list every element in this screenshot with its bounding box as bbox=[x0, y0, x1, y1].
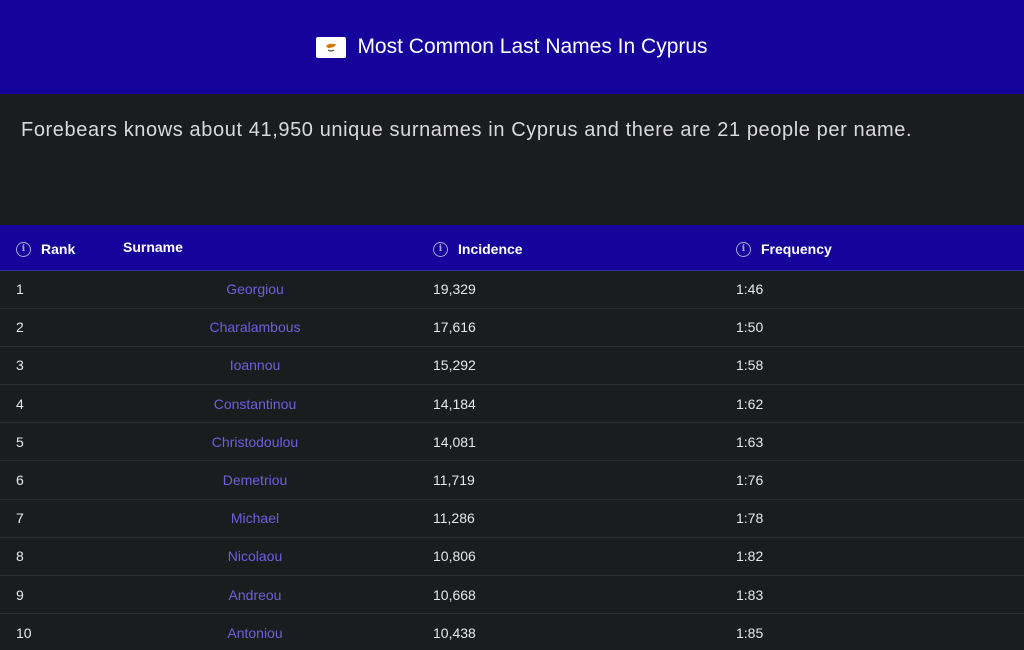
frequency-cell: 1:46 bbox=[720, 270, 1024, 309]
incidence-cell: 14,184 bbox=[418, 384, 720, 424]
incidence-header[interactable]: i Incidence bbox=[418, 225, 720, 271]
frequency-header-label: Frequency bbox=[761, 241, 832, 257]
frequency-cell: 1:78 bbox=[720, 499, 1024, 538]
surname-link[interactable]: Nicolaou bbox=[228, 548, 282, 564]
intro-text: Forebears knows about 41,950 unique surn… bbox=[21, 119, 913, 141]
table-row: 5 Christodoulou 14,081 1:63 bbox=[0, 422, 1024, 462]
frequency-cell: 1:82 bbox=[720, 537, 1024, 577]
surname-header-label: Surname bbox=[123, 239, 183, 256]
incidence-cell: 10,806 bbox=[418, 537, 720, 577]
table-row: 8 Nicolaou 10,806 1:82 bbox=[0, 537, 1024, 577]
incidence-cell: 15,292 bbox=[418, 346, 720, 386]
surname-header[interactable]: Surname bbox=[109, 225, 418, 271]
incidence-cell: 11,719 bbox=[418, 460, 720, 500]
frequency-cell: 1:85 bbox=[720, 613, 1024, 650]
rank-cell: 1 bbox=[0, 270, 109, 309]
table-row: 6 Demetriou 11,719 1:76 bbox=[0, 460, 1024, 500]
info-icon[interactable]: i bbox=[16, 241, 31, 257]
surname-link[interactable]: Constantinou bbox=[214, 396, 297, 412]
incidence-cell: 11,286 bbox=[418, 499, 720, 538]
surname-link[interactable]: Antoniou bbox=[227, 625, 282, 641]
rank-header-label: Rank bbox=[41, 241, 76, 257]
rank-cell: 3 bbox=[0, 346, 109, 386]
frequency-header[interactable]: i Frequency bbox=[720, 225, 1024, 271]
table-row: 3 Ioannou 15,292 1:58 bbox=[0, 346, 1024, 386]
frequency-cell: 1:76 bbox=[720, 460, 1024, 500]
incidence-cell: 10,438 bbox=[418, 613, 720, 650]
incidence-cell: 10,668 bbox=[418, 575, 720, 615]
surname-link[interactable]: Charalambous bbox=[209, 319, 300, 335]
page-header: Most Common Last Names In Cyprus bbox=[0, 0, 1024, 94]
rank-cell: 4 bbox=[0, 384, 109, 424]
rank-cell: 7 bbox=[0, 499, 109, 538]
table-row: 7 Michael 11,286 1:78 bbox=[0, 499, 1024, 538]
incidence-cell: 17,616 bbox=[418, 308, 720, 347]
info-icon[interactable]: i bbox=[433, 241, 448, 257]
rank-cell: 6 bbox=[0, 460, 109, 500]
table-row: 10 Antoniou 10,438 1:85 bbox=[0, 613, 1024, 650]
table-header-row: i Rank Surname i Incidence i Frequency bbox=[0, 225, 1024, 271]
table-row: 4 Constantinou 14,184 1:62 bbox=[0, 384, 1024, 424]
rank-header[interactable]: i Rank bbox=[0, 225, 109, 271]
table-row: 1 Georgiou 19,329 1:46 bbox=[0, 270, 1024, 309]
frequency-cell: 1:50 bbox=[720, 308, 1024, 347]
surname-link[interactable]: Andreou bbox=[229, 587, 282, 603]
frequency-cell: 1:62 bbox=[720, 384, 1024, 424]
rank-cell: 10 bbox=[0, 613, 109, 650]
frequency-cell: 1:58 bbox=[720, 346, 1024, 386]
info-icon[interactable]: i bbox=[736, 241, 751, 257]
surname-link[interactable]: Christodoulou bbox=[212, 434, 298, 450]
surname-link[interactable]: Ioannou bbox=[230, 357, 281, 373]
rank-cell: 5 bbox=[0, 422, 109, 462]
surname-link[interactable]: Demetriou bbox=[223, 472, 288, 488]
page-title: Most Common Last Names In Cyprus bbox=[357, 35, 708, 58]
table-row: 9 Andreou 10,668 1:83 bbox=[0, 575, 1024, 615]
surname-link[interactable]: Georgiou bbox=[226, 281, 284, 297]
cyprus-flag-icon bbox=[316, 36, 347, 58]
incidence-header-label: Incidence bbox=[458, 241, 523, 257]
incidence-cell: 14,081 bbox=[418, 422, 720, 462]
frequency-cell: 1:83 bbox=[720, 575, 1024, 615]
frequency-cell: 1:63 bbox=[720, 422, 1024, 462]
rank-cell: 8 bbox=[0, 537, 109, 577]
surnames-table: i Rank Surname i Incidence i Frequency 1… bbox=[0, 225, 1024, 650]
surname-link[interactable]: Michael bbox=[231, 510, 279, 526]
table-row: 2 Charalambous 17,616 1:50 bbox=[0, 308, 1024, 347]
rank-cell: 2 bbox=[0, 308, 109, 347]
rank-cell: 9 bbox=[0, 575, 109, 615]
incidence-cell: 19,329 bbox=[418, 270, 720, 309]
